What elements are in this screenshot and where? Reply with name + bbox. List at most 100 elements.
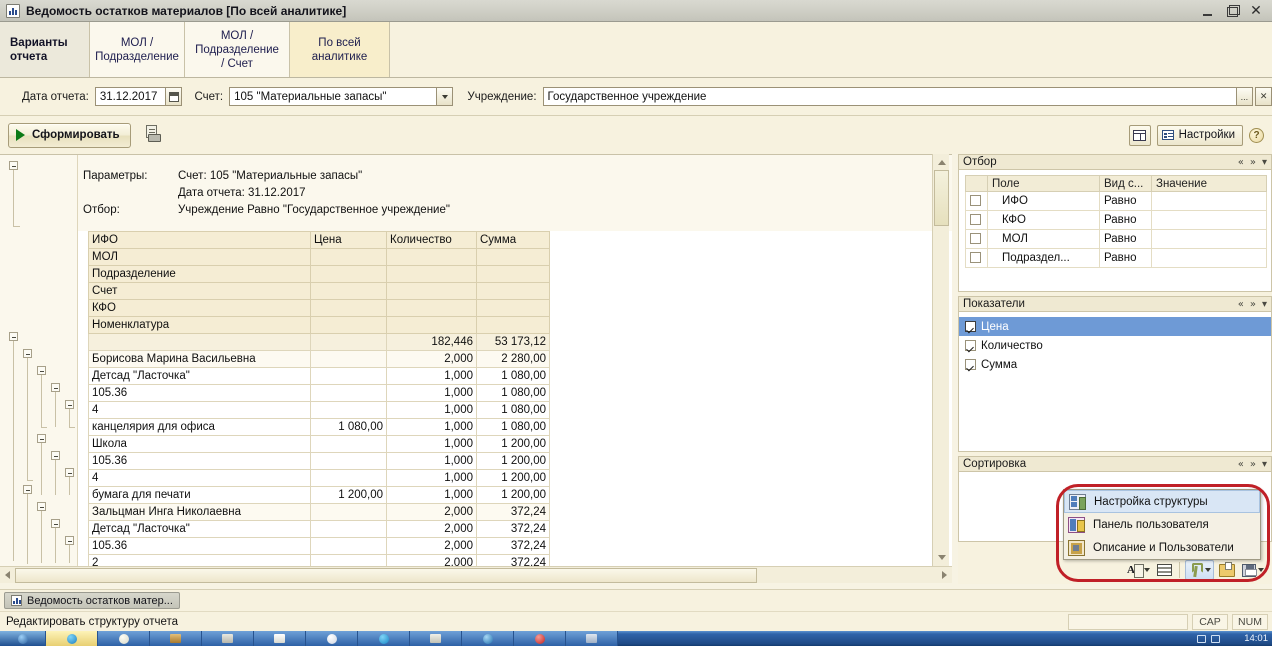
collapse-node-total[interactable] <box>9 332 18 341</box>
table-row[interactable]: 105.36 2,000 372,24 <box>88 537 550 555</box>
calendar-icon[interactable] <box>165 87 183 106</box>
report-vertical-scrollbar[interactable] <box>932 154 949 566</box>
taskbar-item-4[interactable] <box>202 631 254 646</box>
help-icon[interactable]: ? <box>1249 127 1264 143</box>
collapse-node-mol-1[interactable] <box>23 349 32 358</box>
report-table[interactable]: ИФО Цена Количество Сумма МОЛ Подразделе… <box>88 231 952 566</box>
filter-checkbox[interactable] <box>970 213 981 225</box>
clear-field-icon[interactable]: ✕ <box>1255 87 1272 106</box>
collapse-node-div-3[interactable] <box>37 502 46 511</box>
table-row[interactable]: 2 2,000 372,24 <box>88 554 550 566</box>
collapse-node-div-2[interactable] <box>37 434 46 443</box>
taskbar-item-9[interactable] <box>462 631 514 646</box>
table-row[interactable]: Зальцман Инга Николаевна 2,000 372,24 <box>88 503 550 521</box>
collapse-node-kfo-3[interactable] <box>65 536 74 545</box>
generate-report-button[interactable]: Сформировать <box>8 122 131 148</box>
chevron-down-icon[interactable] <box>436 87 454 106</box>
collapse-node-kfo-1[interactable] <box>65 400 74 409</box>
taskbar-item-10[interactable] <box>514 631 566 646</box>
table-row[interactable]: 105.36 1,000 1 080,00 <box>88 384 550 402</box>
restore-icon[interactable] <box>1225 4 1240 18</box>
table-row[interactable]: МОЛ Равно <box>965 229 1267 249</box>
tools-wrench-icon[interactable] <box>1185 560 1214 580</box>
report-canvas[interactable]: Параметры: Счет: 105 "Материальные запас… <box>0 154 952 566</box>
taskbar-item-6[interactable] <box>306 631 358 646</box>
table-row[interactable]: Подраздел... Равно <box>965 248 1267 268</box>
collapse-right-icon[interactable]: » <box>1250 299 1256 310</box>
indicator-item-kolichestvo[interactable]: Количество <box>959 336 1271 355</box>
scroll-up-icon[interactable] <box>934 155 949 170</box>
indicator-checkbox[interactable] <box>965 321 976 332</box>
filter-checkbox[interactable] <box>970 232 981 244</box>
table-row[interactable]: ИФО Равно <box>965 191 1267 211</box>
taskbar-item-2[interactable] <box>98 631 150 646</box>
collapse-node-acc-3[interactable] <box>51 519 60 528</box>
indicator-checkbox[interactable] <box>965 340 976 351</box>
panel-menu-icon[interactable]: ▾ <box>1262 299 1267 310</box>
minimize-icon[interactable] <box>1201 4 1215 18</box>
chevron-down-icon[interactable] <box>1205 568 1211 572</box>
collapse-node-acc-2[interactable] <box>51 451 60 460</box>
chevron-down-icon[interactable] <box>1144 568 1150 572</box>
report-date-input[interactable]: 31.12.2017 <box>94 87 166 106</box>
scroll-down-icon[interactable] <box>934 550 949 565</box>
tab-mol-podrazdelenie[interactable]: МОЛ / Подразделение <box>90 22 185 77</box>
window-tab-vedomost[interactable]: Ведомость остатков матер... <box>4 592 180 609</box>
collapse-node-kfo-2[interactable] <box>65 468 74 477</box>
layout-grid-icon[interactable] <box>1128 124 1151 146</box>
report-horizontal-scrollbar[interactable] <box>0 566 952 583</box>
filter-checkbox[interactable] <box>970 251 981 263</box>
collapse-node-acc-1[interactable] <box>51 383 60 392</box>
start-button[interactable] <box>0 631 46 646</box>
open-folder-icon[interactable] <box>1217 560 1237 580</box>
scroll-left-icon[interactable] <box>0 568 15 583</box>
settings-button[interactable]: Настройки <box>1156 124 1243 146</box>
table-row[interactable]: Школа 1,000 1 200,00 <box>88 435 550 453</box>
tab-po-vsey-analitike[interactable]: По всей аналитике <box>290 22 390 77</box>
scroll-right-icon[interactable] <box>937 568 952 583</box>
save-icon[interactable] <box>1240 560 1266 580</box>
system-tray[interactable] <box>1197 631 1220 646</box>
close-icon[interactable]: ✕ <box>1249 4 1263 18</box>
filter-checkbox[interactable] <box>970 194 981 206</box>
table-row[interactable]: Детсад "Ласточка" 2,000 372,24 <box>88 520 550 538</box>
panel-menu-icon[interactable]: ▾ <box>1262 459 1267 470</box>
collapse-left-icon[interactable]: « <box>1238 459 1244 470</box>
table-row[interactable]: бумага для печати 1 200,00 1,000 1 200,0… <box>88 486 550 504</box>
print-preview-icon[interactable] <box>144 125 164 145</box>
indicator-item-cena[interactable]: Цена <box>959 317 1271 336</box>
tab-mol-podrazdelenie-schet[interactable]: МОЛ / Подразделение / Счет <box>185 22 290 77</box>
filter-table[interactable]: Поле Вид с... Значение ИФО Равно КФО Рав… <box>965 175 1267 268</box>
context-menu[interactable]: Настройка структуры Панель пользователя … <box>1063 489 1261 560</box>
taskbar-item-3[interactable] <box>150 631 202 646</box>
chevron-down-icon[interactable] <box>1258 568 1264 572</box>
account-input[interactable]: 105 "Материальные запасы" <box>229 87 437 106</box>
table-row[interactable]: 182,446 53 173,12 <box>88 333 550 351</box>
sorting-panel-header[interactable]: Сортировка « » ▾ <box>958 456 1272 472</box>
institution-input[interactable]: Государственное учреждение <box>542 87 1237 106</box>
table-row[interactable]: Детсад "Ласточка" 1,000 1 080,00 <box>88 367 550 385</box>
tray-volume-icon[interactable] <box>1211 634 1220 643</box>
tray-network-icon[interactable] <box>1197 634 1206 643</box>
table-row[interactable]: канцелярия для офиса 1 080,00 1,000 1 08… <box>88 418 550 436</box>
table-row[interactable]: 105.36 1,000 1 200,00 <box>88 452 550 470</box>
collapse-right-icon[interactable]: » <box>1250 459 1256 470</box>
indicator-item-summa[interactable]: Сумма <box>959 355 1271 374</box>
table-row[interactable]: КФО Равно <box>965 210 1267 230</box>
taskbar-item-8[interactable] <box>410 631 462 646</box>
menu-item-opisanie-i-polzovateli[interactable]: Описание и Пользователи <box>1064 536 1260 559</box>
indicators-panel-header[interactable]: Показатели « » ▾ <box>958 296 1272 312</box>
taskbar-item-11[interactable] <box>566 631 618 646</box>
collapse-left-icon[interactable]: « <box>1238 299 1244 310</box>
collapse-node-div-1[interactable] <box>37 366 46 375</box>
indicator-checkbox[interactable] <box>965 359 976 370</box>
collapse-node-mol-2[interactable] <box>23 485 32 494</box>
ellipsis-button[interactable]: ... <box>1236 87 1254 106</box>
table-row[interactable]: 4 1,000 1 200,00 <box>88 469 550 487</box>
table-row[interactable]: Борисова Марина Васильевна 2,000 2 280,0… <box>88 350 550 368</box>
menu-item-panel-polzovatelya[interactable]: Панель пользователя <box>1064 513 1260 536</box>
table-settings-icon[interactable] <box>1155 560 1174 580</box>
taskbar-clock[interactable]: 14:01 <box>1244 631 1268 646</box>
panel-menu-icon[interactable]: ▾ <box>1262 157 1267 168</box>
filter-panel-header[interactable]: Отбор « » ▾ <box>958 154 1272 170</box>
